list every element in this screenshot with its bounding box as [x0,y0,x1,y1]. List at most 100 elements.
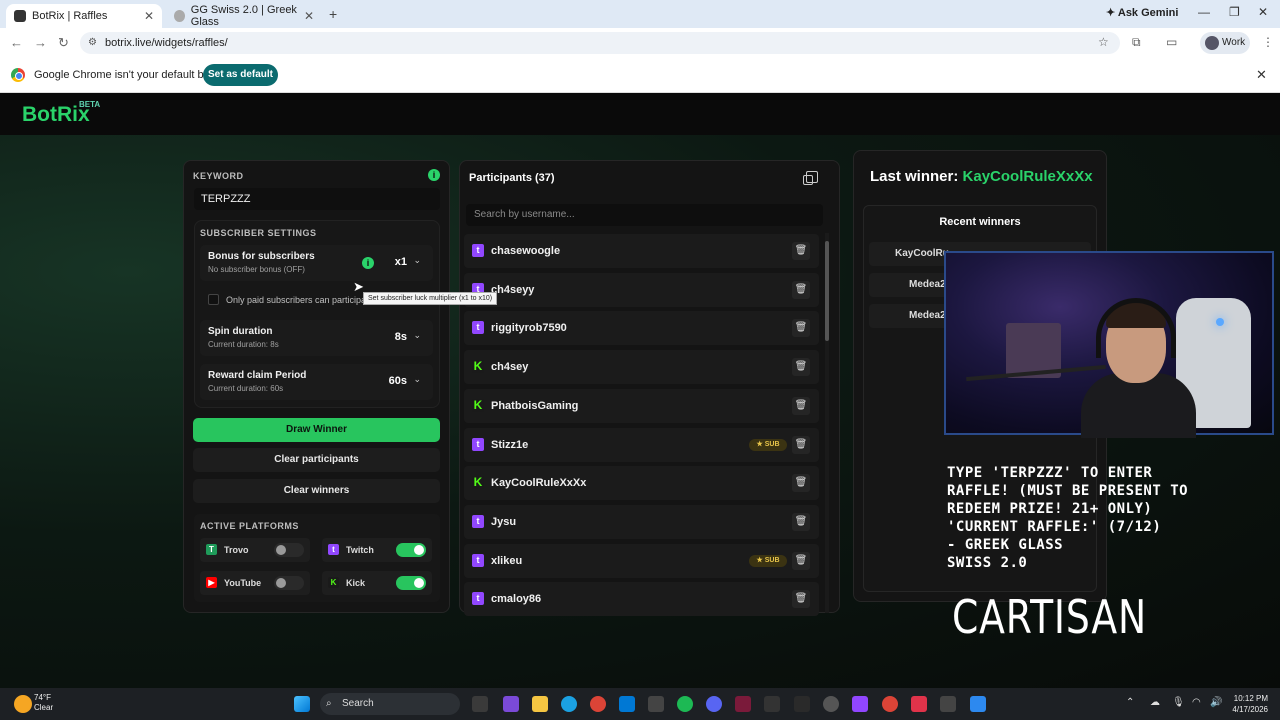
minimize-icon[interactable]: — [1198,5,1210,19]
microphone-icon[interactable]: 🎙 [1172,697,1185,708]
tab-strip: BotRix | Raffles ✕ GG Swiss 2.0 | Greek … [0,0,1280,28]
discord-icon[interactable] [706,696,722,712]
tab-title: BotRix | Raffles [32,10,108,22]
sub-badge: ★ SUB [749,438,787,451]
youtube-toggle[interactable] [274,576,304,590]
kick-toggle[interactable] [396,576,426,590]
chevron-down-icon[interactable]: ⌄ [413,330,421,341]
reward-period-select[interactable]: 60s [389,375,407,387]
ask-gemini-label: Ask Gemini [1117,7,1179,19]
task-view-icon[interactable] [472,696,488,712]
participants-title: Participants (37) [469,172,555,184]
multiplier-tooltip: Set subscriber luck multiplier (x1 to x1… [363,292,498,305]
twitch-icon: t [472,553,484,567]
extensions-icon[interactable]: ⧉ [1132,35,1141,50]
bonus-info-icon[interactable]: i [362,257,374,269]
cloud-icon[interactable]: ☁ [1150,697,1160,708]
trash-icon[interactable]: 🗑 [792,396,810,415]
tab-greek-glass[interactable]: GG Swiss 2.0 | Greek Glass ✕ [166,4,322,28]
chrome-icon[interactable] [590,696,606,712]
trash-icon[interactable]: 🗑 [792,280,810,299]
taskbar-search[interactable]: ⌕ Search [320,693,460,715]
trovo-toggle[interactable] [274,543,304,557]
edge-icon[interactable] [561,696,577,712]
url-bar[interactable]: ⚙ botrix.live/widgets/raffles/ [80,32,1120,54]
file-explorer-icon[interactable] [532,696,548,712]
clear-winners-button[interactable]: Clear winners [193,479,440,503]
store-icon[interactable] [619,696,635,712]
spin-duration-select[interactable]: 8s [395,331,407,343]
set-default-button[interactable]: Set as default [203,64,278,86]
platform-kick: K Kick [322,571,432,595]
participant-name: Jysu [491,515,517,528]
volume-icon[interactable]: 🔊 [1210,697,1222,708]
terminal-icon[interactable] [764,696,780,712]
clear-participants-button[interactable]: Clear participants [193,448,440,472]
ask-gemini-button[interactable]: ✦ Ask Gemini [1106,6,1178,19]
beta-badge: BETA [79,100,101,109]
trash-icon[interactable]: 🗑 [792,319,810,338]
kick-icon: K [328,577,339,588]
bonus-multiplier-select[interactable]: x1 [395,256,407,268]
twitch-app-icon[interactable] [852,696,868,712]
copilot-icon[interactable] [503,696,519,712]
participant-search-input[interactable]: Search by username... [466,204,823,226]
app-icon[interactable] [794,696,810,712]
trash-icon[interactable]: 🗑 [792,512,810,531]
trash-icon[interactable]: 🗑 [792,474,810,493]
platform-trovo: T Trovo [200,538,310,562]
obs-icon[interactable] [823,696,839,712]
forward-icon[interactable]: → [34,35,47,50]
chevron-down-icon[interactable]: ⌄ [413,374,421,385]
trash-icon[interactable]: 🗑 [792,435,810,454]
trash-icon[interactable]: 🗑 [792,358,810,377]
paid-only-label: Only paid subscribers can participate [226,295,366,305]
trash-icon[interactable]: 🗑 [792,590,810,609]
weather-widget[interactable]: 74°F Clear [34,693,53,713]
clock-time: 10:12 PM [1233,694,1268,703]
next-app-icon[interactable] [735,696,751,712]
trash-icon[interactable]: 🗑 [792,551,810,570]
app-icon[interactable] [940,696,956,712]
close-tab-icon[interactable]: ✕ [304,9,314,23]
menu-kebab-icon[interactable]: ⋮ [1262,35,1274,49]
participant-name: Stizz1e [491,438,529,451]
new-tab-button[interactable]: + [329,6,337,22]
twitch-toggle[interactable] [396,543,426,557]
subscriber-settings-label: SUBSCRIBER SETTINGS [200,228,317,238]
participant-row: t Jysu 🗑 [464,504,819,539]
trash-icon[interactable]: 🗑 [792,242,810,260]
chrome-active-icon[interactable] [882,696,898,712]
start-icon[interactable] [294,696,310,712]
system-clock[interactable]: 10:12 PM 4/17/2026 [1228,693,1268,715]
participant-name: ch4seyy [491,283,535,296]
draw-winner-button[interactable]: Draw Winner [193,418,440,442]
chevron-up-icon[interactable]: ⌃ [1126,697,1134,708]
app-icon[interactable] [970,696,986,712]
back-icon[interactable]: ← [10,35,23,50]
window-close-icon[interactable]: ✕ [1258,5,1268,19]
infobar-close-icon[interactable]: ✕ [1256,67,1267,83]
chevron-down-icon[interactable]: ⌄ [413,255,421,266]
weather-moon-icon[interactable] [14,695,32,713]
cast-icon[interactable]: ▭ [1166,35,1177,49]
profile-button[interactable]: Work [1200,32,1250,54]
mouse-cursor-icon: ➤ [353,279,364,294]
close-tab-icon[interactable]: ✕ [144,9,154,23]
paid-only-checkbox[interactable] [208,294,219,305]
copy-icon[interactable] [803,171,818,185]
bookmark-star-icon[interactable]: ☆ [1098,35,1109,49]
tab-botrix[interactable]: BotRix | Raffles ✕ [6,4,162,28]
spotify-icon[interactable] [677,696,693,712]
app-icon[interactable] [911,696,927,712]
globe-icon [174,10,185,22]
last-winner-label: Last winner: [870,168,959,185]
participants-scrollbar[interactable] [825,233,829,613]
site-settings-icon[interactable]: ⚙ [88,32,97,54]
keyword-info-icon[interactable]: i [428,169,440,181]
reload-icon[interactable]: ↻ [58,35,69,51]
app-icon[interactable] [648,696,664,712]
restore-icon[interactable]: ❐ [1229,5,1240,19]
wifi-icon[interactable]: ◠ [1192,697,1201,708]
keyword-input[interactable]: TERPZZZ [194,188,440,210]
